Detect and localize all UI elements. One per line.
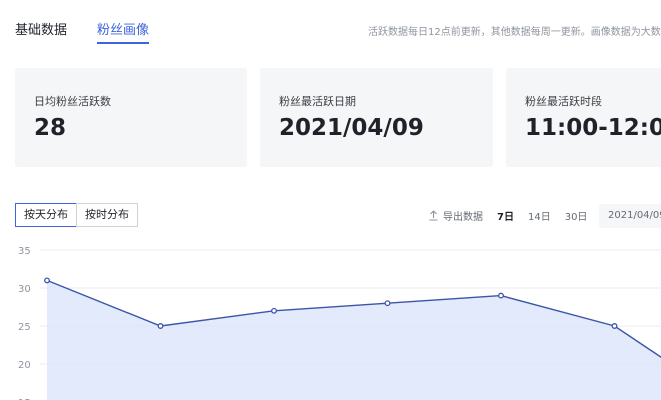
stat-label: 日均粉丝活跃数 bbox=[34, 95, 111, 108]
stat-value: 28 bbox=[34, 115, 67, 141]
tab-basic-data[interactable]: 基础数据 bbox=[15, 19, 67, 38]
data-point bbox=[611, 323, 618, 329]
y-tick-label: 20 bbox=[18, 360, 31, 371]
by-day-button[interactable]: 按天分布 bbox=[15, 203, 77, 227]
stat-label: 粉丝最活跃时段 bbox=[525, 95, 602, 108]
fan-activity-chart: 3530252015 bbox=[18, 246, 661, 400]
distribution-toggle: 按天分布 按时分布 bbox=[15, 203, 138, 227]
range-7-days[interactable]: 7日 bbox=[497, 208, 514, 223]
tab-fan-portrait[interactable]: 粉丝画像 bbox=[97, 19, 149, 38]
export-label: 导出数据 bbox=[443, 211, 483, 223]
stat-value: 11:00-12:00 bbox=[525, 115, 661, 141]
data-point bbox=[157, 323, 164, 329]
range-30-days[interactable]: 30日 bbox=[565, 208, 588, 223]
stat-label: 粉丝最活跃日期 bbox=[279, 95, 356, 108]
stat-value: 2021/04/09 bbox=[279, 115, 424, 141]
upload-icon bbox=[429, 209, 438, 221]
update-notice: 活跃数据每日12点前更新，其他数据每周一更新。画像数据为大数据分 bbox=[368, 27, 661, 38]
y-tick-label: 35 bbox=[18, 246, 31, 257]
active-tab-indicator bbox=[97, 42, 149, 44]
data-point bbox=[498, 292, 504, 299]
range-14-days[interactable]: 14日 bbox=[528, 208, 551, 223]
data-point bbox=[44, 277, 50, 284]
area-fill bbox=[47, 280, 661, 400]
stat-card-active-date: 粉丝最活跃日期 2021/04/09 bbox=[260, 68, 493, 167]
data-point bbox=[271, 307, 277, 314]
date-picker[interactable]: 2021/04/09 bbox=[599, 204, 661, 228]
y-tick-label: 25 bbox=[18, 322, 31, 333]
data-point bbox=[384, 300, 391, 307]
by-hour-button[interactable]: 按时分布 bbox=[76, 203, 138, 227]
stat-card-active-period: 粉丝最活跃时段 11:00-12:00 bbox=[506, 68, 661, 167]
stat-card-daily-active: 日均粉丝活跃数 28 bbox=[15, 68, 247, 167]
chart-toolbar: 导出数据 7日 14日 30日 bbox=[428, 203, 587, 227]
export-data-button[interactable]: 导出数据 bbox=[428, 208, 483, 223]
y-tick-label: 30 bbox=[18, 284, 31, 295]
